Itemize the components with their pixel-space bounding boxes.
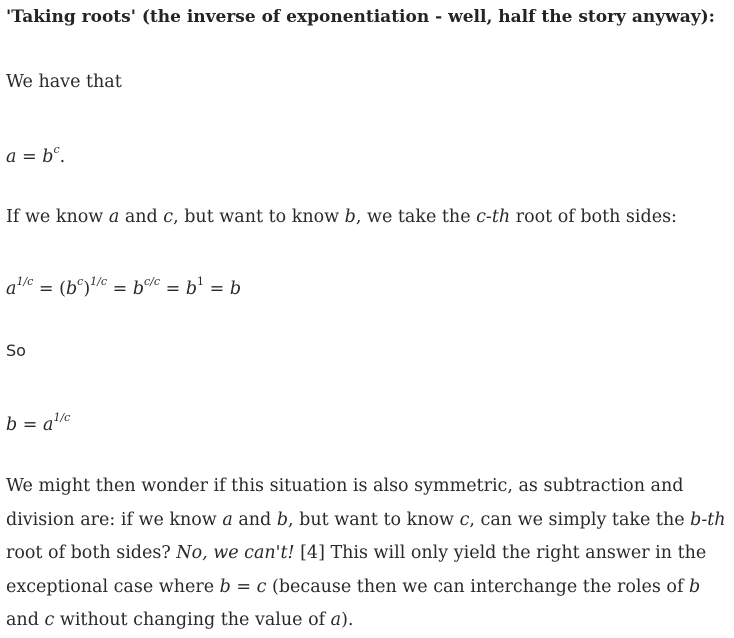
equals-sign: = xyxy=(17,415,43,435)
var-a: a xyxy=(108,207,120,227)
text-segment: If we know xyxy=(6,207,109,227)
text-segment: without changing the value of xyxy=(54,610,331,630)
intro-text: We have that xyxy=(6,72,122,92)
var-b: b xyxy=(344,207,356,227)
c-th-term: c-th xyxy=(476,207,511,227)
emphasis-no-we-cant: No, we can't! xyxy=(176,543,295,563)
var-a: a xyxy=(43,415,54,435)
text-segment: , but want to know xyxy=(173,207,345,227)
var-a: a xyxy=(6,279,17,299)
text-segment: , can we simply take the xyxy=(469,509,691,530)
var-b: b xyxy=(132,279,145,299)
var-b: b xyxy=(219,576,231,597)
exponent-1-over-c: 1/c xyxy=(90,275,108,288)
exponent-1-over-c: 1/c xyxy=(53,411,71,424)
var-c: c xyxy=(256,576,267,597)
text-segment: and xyxy=(232,509,277,530)
equals-sign: = xyxy=(160,279,186,299)
text-segment: ). xyxy=(341,610,354,630)
var-b: b xyxy=(688,576,701,597)
var-b: b xyxy=(229,279,242,299)
equation-b-equals-a-root: b = a1/c xyxy=(6,406,70,437)
equals-sign: = xyxy=(107,279,133,299)
b-th-term: b-th xyxy=(690,509,726,530)
text-segment: root of both sides? xyxy=(6,543,177,563)
var-c: c xyxy=(44,610,55,630)
section-heading: 'Taking roots' (the inverse of exponenti… xyxy=(6,7,715,27)
text-segment: , but want to know xyxy=(288,509,460,530)
var-a: a xyxy=(330,610,342,630)
so-text: So xyxy=(6,341,26,360)
text-segment: , we take the xyxy=(355,207,477,227)
var-b: b xyxy=(42,147,54,167)
exponent-1: 1 xyxy=(197,275,205,288)
equation-a-equals-b-pow-c: a = bc. xyxy=(6,138,65,169)
text-segment: root of both sides: xyxy=(510,207,677,227)
open-paren: ( xyxy=(59,279,66,299)
exponent-c-over-c: c/c xyxy=(144,275,161,288)
var-b: b xyxy=(65,279,78,299)
text-segment: and xyxy=(6,610,45,630)
var-a: a xyxy=(6,147,17,167)
equals-sign: = xyxy=(204,279,230,299)
var-b: b xyxy=(276,509,289,530)
var-b: b xyxy=(185,279,198,299)
text-segment: (because then we can interchange the rol… xyxy=(266,576,689,597)
text-segment: and xyxy=(119,207,164,227)
var-c: c xyxy=(459,509,470,530)
equals-sign: = xyxy=(16,147,43,167)
article-page: 'Taking roots' (the inverse of exponenti… xyxy=(0,0,734,637)
period: . xyxy=(59,147,66,167)
equals-sign: = xyxy=(33,279,60,299)
equation-root-derivation: a1/c = (bc)1/c = bc/c = b1 = b xyxy=(6,270,241,301)
explanation-text: If we know a and c, but want to know b, … xyxy=(6,205,677,229)
var-c: c xyxy=(163,207,174,227)
var-b: b xyxy=(6,415,18,435)
var-a: a xyxy=(222,509,233,530)
exponent-1-over-c: 1/c xyxy=(16,275,34,288)
text-segment: = xyxy=(230,576,257,597)
symmetry-paragraph: We might then wonder if this situation i… xyxy=(6,470,728,638)
